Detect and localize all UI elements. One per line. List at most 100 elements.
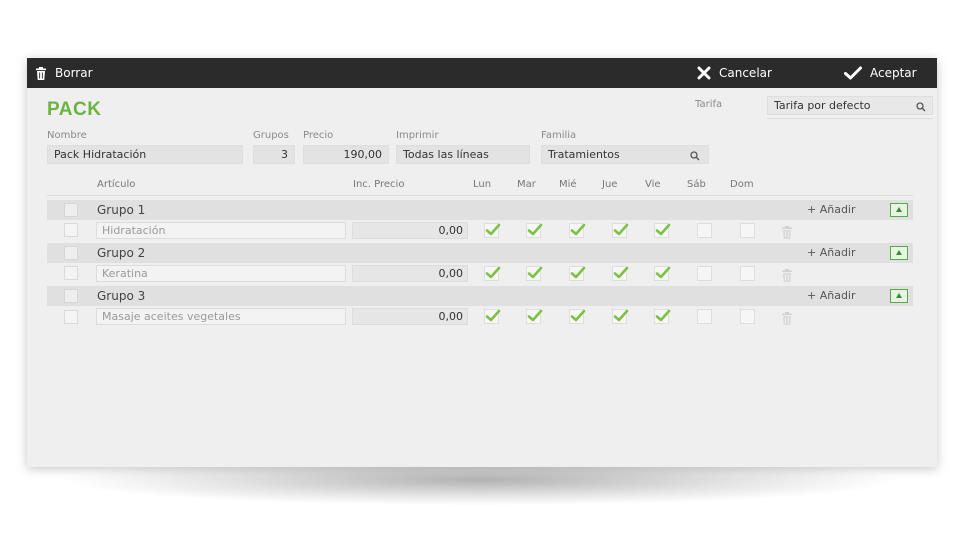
day-checkbox-vie[interactable] — [654, 309, 671, 324]
add-item-button[interactable]: + Añadir — [807, 246, 856, 259]
col-header-dom: Dom — [730, 179, 754, 190]
day-checkbox-vie[interactable] — [654, 223, 671, 238]
precio-field[interactable]: 190,00 — [303, 145, 389, 164]
inc-precio-field[interactable]: 0,00 — [352, 308, 468, 325]
group-name: Grupo 3 — [97, 289, 146, 303]
cancel-button[interactable]: Cancelar — [697, 58, 772, 88]
articulo-field[interactable]: Hidratación — [96, 222, 346, 239]
day-checkbox-mie[interactable] — [569, 309, 586, 324]
articulo-value: Hidratación — [102, 224, 166, 237]
checkmark-icon — [655, 266, 671, 279]
accept-button[interactable]: Aceptar — [844, 58, 917, 88]
collapse-up-button[interactable] — [890, 203, 908, 217]
collapse-up-button[interactable] — [890, 246, 908, 260]
grupos-value: 3 — [281, 148, 288, 161]
pack-editor-window: Borrar Cancelar Aceptar PACK Tarifa Tari… — [27, 58, 937, 467]
day-checkbox-sab[interactable] — [697, 309, 712, 324]
delete-row-trash-icon[interactable] — [781, 310, 793, 325]
row-checkbox[interactable] — [64, 310, 78, 324]
search-icon[interactable] — [916, 102, 926, 112]
checkmark-icon — [613, 266, 629, 279]
collapse-up-button[interactable] — [890, 289, 908, 303]
tarifa-label: Tarifa — [695, 99, 723, 110]
grupos-label: Grupos — [253, 130, 289, 141]
search-icon[interactable] — [690, 151, 700, 161]
accept-label: Aceptar — [870, 66, 917, 80]
col-header-sab: Sáb — [687, 179, 706, 190]
articulo-field[interactable]: Keratina — [96, 265, 346, 282]
day-checkbox-mie[interactable] — [569, 223, 586, 238]
row-checkbox[interactable] — [64, 223, 78, 237]
day-checkbox-dom[interactable] — [740, 309, 755, 324]
familia-label: Familia — [541, 130, 577, 141]
tarifa-field[interactable]: Tarifa por defecto — [767, 96, 933, 115]
add-item-button[interactable]: + Añadir — [807, 203, 856, 216]
row-checkbox[interactable] — [64, 266, 78, 280]
tarifa-underline — [767, 118, 933, 119]
checkmark-icon — [570, 223, 586, 236]
day-checkbox-lun[interactable] — [484, 266, 501, 281]
col-header-lun: Lun — [473, 179, 492, 190]
inc-precio-value: 0,00 — [438, 310, 464, 323]
col-header-mar: Mar — [517, 179, 536, 190]
delete-row-trash-icon[interactable] — [781, 224, 793, 239]
day-checkbox-mie[interactable] — [569, 266, 586, 281]
checkmark-icon — [485, 223, 501, 236]
checkmark-icon — [655, 309, 671, 322]
group-row: Grupo 3 + Añadir — [47, 286, 913, 306]
nombre-value: Pack Hidratación — [54, 148, 147, 161]
checkmark-icon — [655, 223, 671, 236]
precio-value: 190,00 — [343, 148, 383, 161]
col-header-inc-precio: Inc. Precio — [353, 179, 405, 190]
day-checkbox-sab[interactable] — [697, 266, 712, 281]
nombre-label: Nombre — [47, 130, 87, 141]
delete-row-trash-icon[interactable] — [781, 267, 793, 282]
day-checkbox-lun[interactable] — [484, 309, 501, 324]
articulo-field[interactable]: Masaje aceites vegetales — [96, 308, 346, 325]
checkmark-icon — [570, 309, 586, 322]
add-item-button[interactable]: + Añadir — [807, 289, 856, 302]
group-checkbox[interactable] — [64, 289, 78, 303]
grupos-field[interactable]: 3 — [253, 145, 295, 164]
day-checkbox-jue[interactable] — [612, 309, 629, 324]
imprimir-select[interactable]: Todas las líneas — [396, 145, 530, 164]
day-checkbox-jue[interactable] — [612, 223, 629, 238]
group-row: Grupo 2 + Añadir — [47, 243, 913, 263]
checkmark-icon — [613, 223, 629, 236]
day-checkbox-dom[interactable] — [740, 223, 755, 238]
precio-label: Precio — [303, 130, 334, 141]
day-checkbox-dom[interactable] — [740, 266, 755, 281]
checkmark-icon — [527, 309, 543, 322]
group-checkbox[interactable] — [64, 246, 78, 260]
day-checkbox-sab[interactable] — [697, 223, 712, 238]
toolbar: Borrar Cancelar Aceptar — [27, 58, 937, 88]
day-checkbox-mar[interactable] — [526, 309, 543, 324]
checkmark-icon — [570, 266, 586, 279]
group-name: Grupo 1 — [97, 203, 146, 217]
nombre-field[interactable]: Pack Hidratación — [47, 145, 243, 164]
imprimir-label: Imprimir — [396, 130, 439, 141]
articulo-value: Masaje aceites vegetales — [102, 310, 241, 323]
day-checkbox-mar[interactable] — [526, 266, 543, 281]
check-icon — [844, 66, 862, 80]
delete-label: Borrar — [55, 66, 93, 80]
checkmark-icon — [485, 309, 501, 322]
checkmark-icon — [527, 266, 543, 279]
day-checkbox-mar[interactable] — [526, 223, 543, 238]
day-checkbox-vie[interactable] — [654, 266, 671, 281]
checkmark-icon — [527, 223, 543, 236]
inc-precio-field[interactable]: 0,00 — [352, 222, 468, 239]
day-checkbox-lun[interactable] — [484, 223, 501, 238]
group-name: Grupo 2 — [97, 246, 146, 260]
familia-value: Tratamientos — [548, 148, 620, 161]
inc-precio-value: 0,00 — [438, 267, 464, 280]
articulo-value: Keratina — [102, 267, 148, 280]
col-header-jue: Jue — [602, 179, 618, 190]
group-checkbox[interactable] — [64, 203, 78, 217]
checkmark-icon — [485, 266, 501, 279]
day-checkbox-jue[interactable] — [612, 266, 629, 281]
delete-button[interactable]: Borrar — [35, 58, 93, 88]
familia-field[interactable]: Tratamientos — [541, 145, 709, 164]
inc-precio-field[interactable]: 0,00 — [352, 265, 468, 282]
checkmark-icon — [613, 309, 629, 322]
